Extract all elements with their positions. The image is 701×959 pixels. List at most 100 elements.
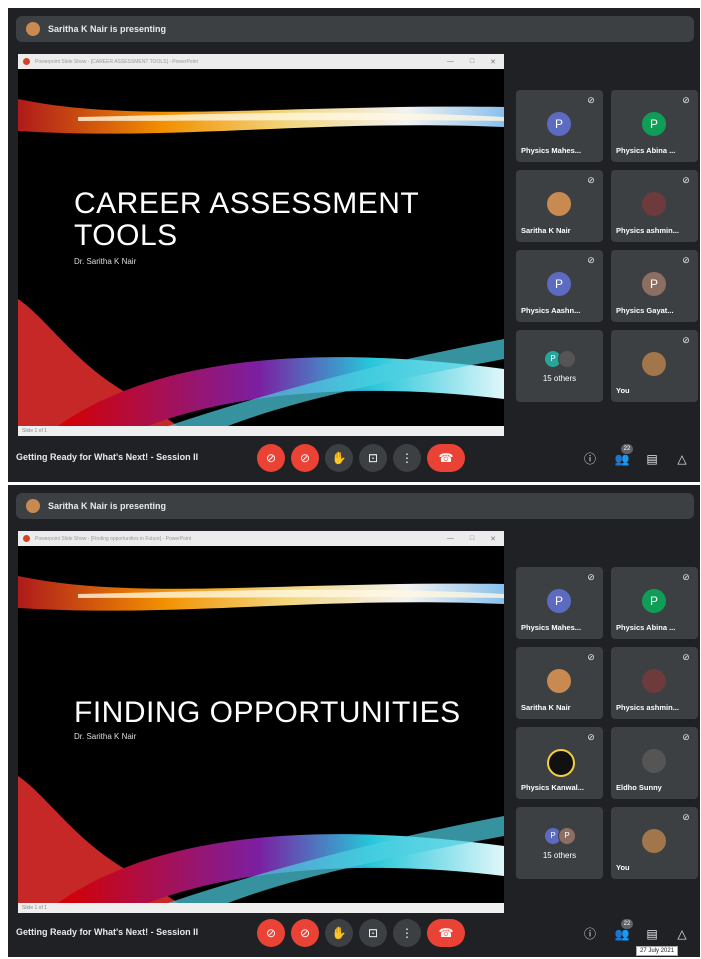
mic-muted-icon: ⊘ (682, 812, 690, 822)
slide-window-title: Powerpoint Slide Show - [Finding opportu… (35, 535, 192, 542)
minimize-icon[interactable]: — (447, 58, 454, 66)
participant-tile[interactable]: ⊘ P Physics Mahes... (516, 567, 603, 639)
slide-status-bar: Slide 1 of 1 (18, 426, 504, 436)
mic-muted-icon: ⊘ (682, 95, 690, 105)
participant-tile[interactable]: ⊘ Physics ashmin... (611, 647, 698, 719)
call-controls-bar: Getting Ready for What's Next! - Session… (8, 436, 700, 482)
participant-tile[interactable]: ⊘ Saritha K Nair (516, 647, 603, 719)
raise-hand-icon[interactable]: ✋ (325, 919, 353, 947)
mic-muted-icon: ⊘ (587, 255, 595, 265)
end-call-icon[interactable]: ☎ (427, 444, 465, 472)
mic-muted-icon: ⊘ (587, 572, 595, 582)
meeting-title: Getting Ready for What's Next! - Session… (16, 452, 199, 462)
self-tile[interactable]: ⊘ You (611, 330, 698, 402)
chat-icon[interactable]: ▤ (644, 926, 660, 942)
info-icon[interactable]: ⓘ (582, 451, 598, 467)
others-count: 15 others (542, 851, 577, 860)
maximize-icon[interactable]: □ (470, 535, 474, 543)
participant-name: Physics ashmin... (616, 703, 679, 712)
avatar-photo (642, 669, 666, 693)
mic-muted-icon: ⊘ (682, 175, 690, 185)
mic-muted-icon: ⊘ (682, 652, 690, 662)
participant-name: You (616, 863, 630, 872)
mic-muted-icon: ⊘ (587, 732, 595, 742)
mic-muted-icon: ⊘ (682, 732, 690, 742)
more-vert-icon[interactable]: ⋮ (393, 444, 421, 472)
slide-title-line-1: CAREER ASSESSMENT (74, 187, 420, 220)
avatar-photo (642, 749, 666, 773)
slide-canvas: CAREER ASSESSMENT TOOLS Dr. Saritha K Na… (18, 69, 504, 426)
participant-name: Physics Kanwal... (521, 783, 584, 792)
others-tile[interactable]: P 15 others (516, 330, 603, 402)
close-icon[interactable]: ✕ (490, 535, 496, 543)
present-icon[interactable]: ⊡ (359, 919, 387, 947)
mic-off-icon[interactable]: ⊘ (257, 919, 285, 947)
avatar-photo (642, 192, 666, 216)
avatar-photo (642, 352, 666, 376)
presenting-banner: Saritha K Nair is presenting (16, 493, 694, 519)
participant-tile[interactable]: ⊘ Physics Kanwal... (516, 727, 603, 799)
mic-muted-icon: ⊘ (587, 95, 595, 105)
participant-tile[interactable]: ⊘ P Physics Abina ... (611, 567, 698, 639)
avatar: P (547, 589, 571, 613)
presenting-text: Saritha K Nair is presenting (48, 24, 167, 34)
slide-window-titlebar: Powerpoint Slide Show - [CAREER ASSESSME… (18, 54, 504, 69)
activities-icon[interactable]: △ (674, 926, 690, 942)
people-icon[interactable]: 👥 (614, 451, 630, 467)
self-tile[interactable]: ⊘ You (611, 807, 698, 879)
slide-window-titlebar: Powerpoint Slide Show - [Finding opportu… (18, 531, 504, 546)
end-call-icon[interactable]: ☎ (427, 919, 465, 947)
avatar: P (642, 112, 666, 136)
participant-name: Saritha K Nair (521, 226, 571, 235)
minimize-icon[interactable]: — (447, 535, 454, 543)
mic-off-icon[interactable]: ⊘ (257, 444, 285, 472)
chat-icon[interactable]: ▤ (644, 451, 660, 467)
participant-name: Physics Aashn... (521, 306, 581, 315)
presenter-avatar (26, 22, 40, 36)
participant-tile[interactable]: ⊘ Eldho Sunny (611, 727, 698, 799)
slide-canvas: FINDING OPPORTUNITIES Dr. Saritha K Nair (18, 546, 504, 903)
close-icon[interactable]: ✕ (490, 58, 496, 66)
meet-window-2: Saritha K Nair is presenting Powerpoint … (8, 485, 700, 957)
participant-tile[interactable]: ⊘ P Physics Gayat... (611, 250, 698, 322)
powerpoint-icon (23, 58, 30, 65)
date-tooltip: 27 July 2021 (636, 946, 679, 956)
avatar: P (547, 112, 571, 136)
slide-window-title: Powerpoint Slide Show - [CAREER ASSESSME… (35, 58, 198, 65)
avatar-stack: P (544, 350, 576, 368)
participant-tile[interactable]: ⊘ Physics ashmin... (611, 170, 698, 242)
camera-off-icon[interactable]: ⊘ (291, 444, 319, 472)
avatar-stack: P P (544, 827, 576, 845)
raise-hand-icon[interactable]: ✋ (325, 444, 353, 472)
participant-name: Physics Mahes... (521, 623, 582, 632)
slide-counter: Slide 1 of 1 (22, 428, 48, 434)
participant-tile[interactable]: ⊘ P Physics Abina ... (611, 90, 698, 162)
participant-tile[interactable]: ⊘ P Physics Aashn... (516, 250, 603, 322)
activities-icon[interactable]: △ (674, 451, 690, 467)
participant-name: Physics Abina ... (616, 146, 676, 155)
avatar-photo (547, 192, 571, 216)
avatar: P (547, 272, 571, 296)
shared-screen: Powerpoint Slide Show - [Finding opportu… (18, 531, 504, 913)
meeting-title: Getting Ready for What's Next! - Session… (16, 927, 199, 937)
mic-muted-icon: ⊘ (682, 335, 690, 345)
participant-tile[interactable]: ⊘ Saritha K Nair (516, 170, 603, 242)
maximize-icon[interactable]: □ (470, 58, 474, 66)
participant-name: Physics Mahes... (521, 146, 582, 155)
meet-window-1: Saritha K Nair is presenting Powerpoint … (8, 8, 700, 482)
present-icon[interactable]: ⊡ (359, 444, 387, 472)
avatar: P (642, 272, 666, 296)
participant-name: Physics Abina ... (616, 623, 676, 632)
slide-author: Dr. Saritha K Nair (74, 732, 137, 741)
info-icon[interactable]: ⓘ (582, 926, 598, 942)
participant-name: Eldho Sunny (616, 783, 662, 792)
participant-name: Physics Gayat... (616, 306, 674, 315)
participant-tile[interactable]: ⊘ P Physics Mahes... (516, 90, 603, 162)
more-vert-icon[interactable]: ⋮ (393, 919, 421, 947)
camera-off-icon[interactable]: ⊘ (291, 919, 319, 947)
others-tile[interactable]: P P 15 others (516, 807, 603, 879)
avatar-photo (547, 669, 571, 693)
slide-author: Dr. Saritha K Nair (74, 257, 137, 266)
avatar-photo (558, 350, 576, 368)
people-icon[interactable]: 👥 (614, 926, 630, 942)
